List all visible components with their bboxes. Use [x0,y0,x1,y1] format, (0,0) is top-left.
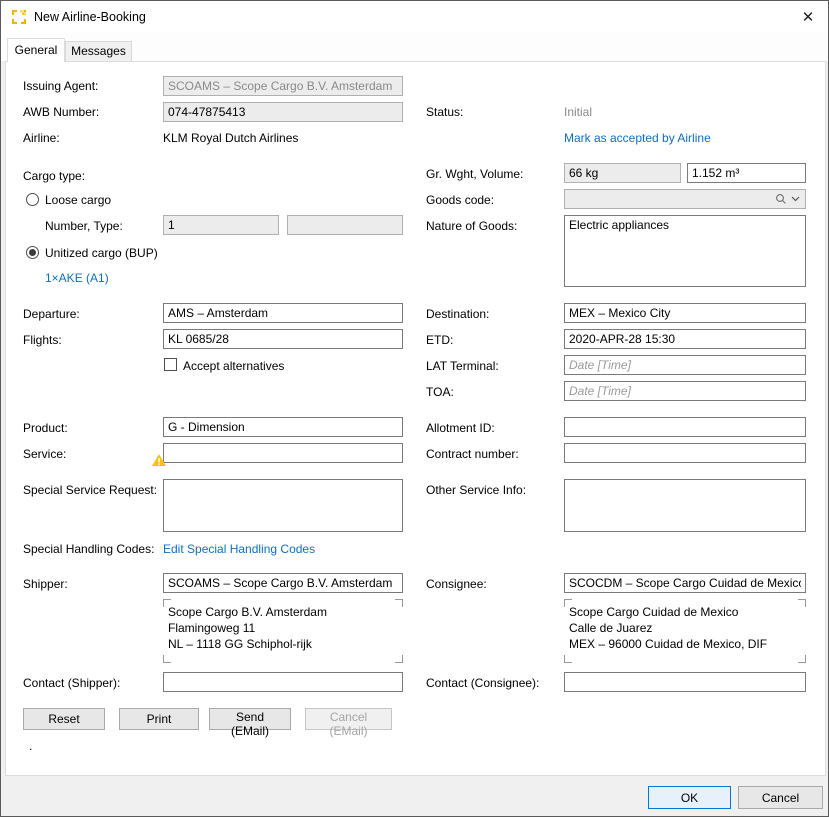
awb-number-field [163,102,403,122]
flights-field[interactable] [163,329,403,349]
consignee-field[interactable] [564,573,806,593]
shipper-address-line: NL – 1118 GG Schiphol-rijk [163,636,403,652]
shipper-address-line: Flamingoweg 11 [163,620,403,636]
unitized-cargo-radio[interactable] [26,246,39,259]
allotment-id-label: Allotment ID: [426,421,495,435]
lat-terminal-label: LAT Terminal: [426,359,499,373]
status-label: Status: [426,105,463,119]
flights-label: Flights: [23,333,62,347]
print-button[interactable]: Print [119,708,199,730]
shipper-field[interactable] [163,573,403,593]
loose-cargo-radio[interactable] [26,193,39,206]
toa-field[interactable] [564,381,806,401]
pieces-number-field [163,215,279,235]
destination-label: Destination: [426,307,489,321]
number-type-label: Number, Type: [45,219,123,233]
gross-weight-volume-label: Gr. Wght, Volume: [426,167,523,181]
issuing-agent-label: Issuing Agent: [23,79,98,93]
accept-alternatives-label: Accept alternatives [183,359,284,373]
edit-special-handling-codes-link[interactable]: Edit Special Handling Codes [163,542,315,556]
cargo-type-label: Cargo type: [23,169,85,183]
pieces-type-field [287,215,403,235]
tab-general[interactable]: General [7,38,65,62]
other-service-info-label: Other Service Info: [426,483,526,497]
goods-code-label: Goods code: [426,193,494,207]
airline-label: Airline: [23,131,60,145]
app-icon [11,9,27,25]
shipper-address-box: Scope Cargo B.V. Amsterdam Flamingoweg 1… [163,599,403,663]
tab-messages[interactable]: Messages [65,41,132,61]
footnote-dot: . [29,739,32,753]
accept-alternatives-checkbox[interactable] [164,358,177,371]
contract-number-label: Contract number: [426,447,519,461]
departure-field[interactable] [163,303,403,323]
cancel-email-button: Cancel (EMail) [305,708,392,730]
search-icon [775,193,787,205]
service-label: Service: [23,447,66,461]
unitized-cargo-label: Unitized cargo (BUP) [45,246,158,260]
awb-number-label: AWB Number: [23,105,99,119]
airline-value: KLM Royal Dutch Airlines [163,131,298,145]
reset-button[interactable]: Reset [23,708,105,730]
loose-cargo-label: Loose cargo [45,193,111,207]
other-service-info-field[interactable] [564,479,806,532]
special-handling-codes-label: Special Handling Codes: [23,542,154,556]
special-service-request-label: Special Service Request: [23,483,157,497]
consignee-address-box: Scope Cargo Cuidad de Mexico Calle de Ju… [564,599,806,663]
dialog-new-airline-booking: New Airline-Booking ✕ General Messages I… [0,0,829,817]
contact-shipper-label: Contact (Shipper): [23,676,120,690]
volume-field[interactable] [687,163,806,183]
uld-link[interactable]: 1×AKE (A1) [45,271,109,285]
consignee-address-line: Calle de Juarez [564,620,806,636]
contact-shipper-field[interactable] [163,672,403,692]
special-service-request-field[interactable] [163,479,403,532]
consignee-address-line: Scope Cargo Cuidad de Mexico [564,604,806,620]
product-label: Product: [23,421,68,435]
cancel-button[interactable]: Cancel [738,786,823,809]
consignee-label: Consignee: [426,577,487,591]
service-field[interactable] [163,443,403,463]
toa-label: TOA: [426,385,454,399]
contract-number-field[interactable] [564,443,806,463]
close-icon[interactable]: ✕ [793,6,823,29]
warning-icon [152,453,166,471]
etd-field[interactable] [564,329,806,349]
status-value: Initial [564,105,592,119]
ok-button[interactable]: OK [648,786,731,809]
mark-accepted-link[interactable]: Mark as accepted by Airline [564,131,711,145]
issuing-agent-field [163,76,403,96]
gross-weight-field [564,163,681,183]
nature-of-goods-label: Nature of Goods: [426,219,517,233]
lat-terminal-field[interactable] [564,355,806,375]
allotment-id-field[interactable] [564,417,806,437]
contact-consignee-label: Contact (Consignee): [426,676,539,690]
send-email-button[interactable]: Send (EMail) [209,708,291,730]
product-field[interactable] [163,417,403,437]
destination-field[interactable] [564,303,806,323]
goods-code-combo [564,189,806,209]
consignee-address-line: MEX – 96000 Cuidad de Mexico, DIF [564,636,806,652]
contact-consignee-field[interactable] [564,672,806,692]
title-bar: New Airline-Booking ✕ [1,1,828,33]
shipper-label: Shipper: [23,577,68,591]
nature-of-goods-field[interactable]: Electric appliances [564,215,806,287]
window-title: New Airline-Booking [34,10,146,24]
radio-selected-dot [29,249,36,256]
departure-label: Departure: [23,307,80,321]
shipper-address-line: Scope Cargo B.V. Amsterdam [163,604,403,620]
chevron-down-icon [791,196,800,202]
etd-label: ETD: [426,333,453,347]
